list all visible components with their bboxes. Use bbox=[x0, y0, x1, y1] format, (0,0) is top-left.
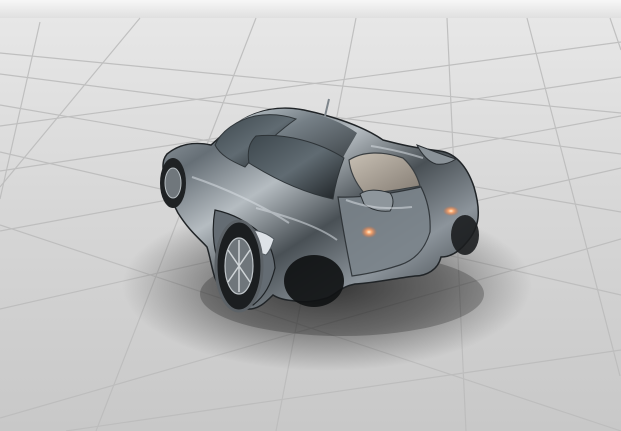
tail-light-upper bbox=[443, 206, 459, 216]
render-viewport bbox=[0, 0, 621, 431]
rear-wheel-rim bbox=[164, 167, 182, 199]
tail-light-lower bbox=[361, 226, 377, 238]
rear-right-wheel-shadow bbox=[451, 215, 479, 255]
front-right-wheel-shadow bbox=[284, 255, 344, 307]
background-sky bbox=[0, 0, 621, 20]
scene-canvas bbox=[0, 0, 621, 431]
